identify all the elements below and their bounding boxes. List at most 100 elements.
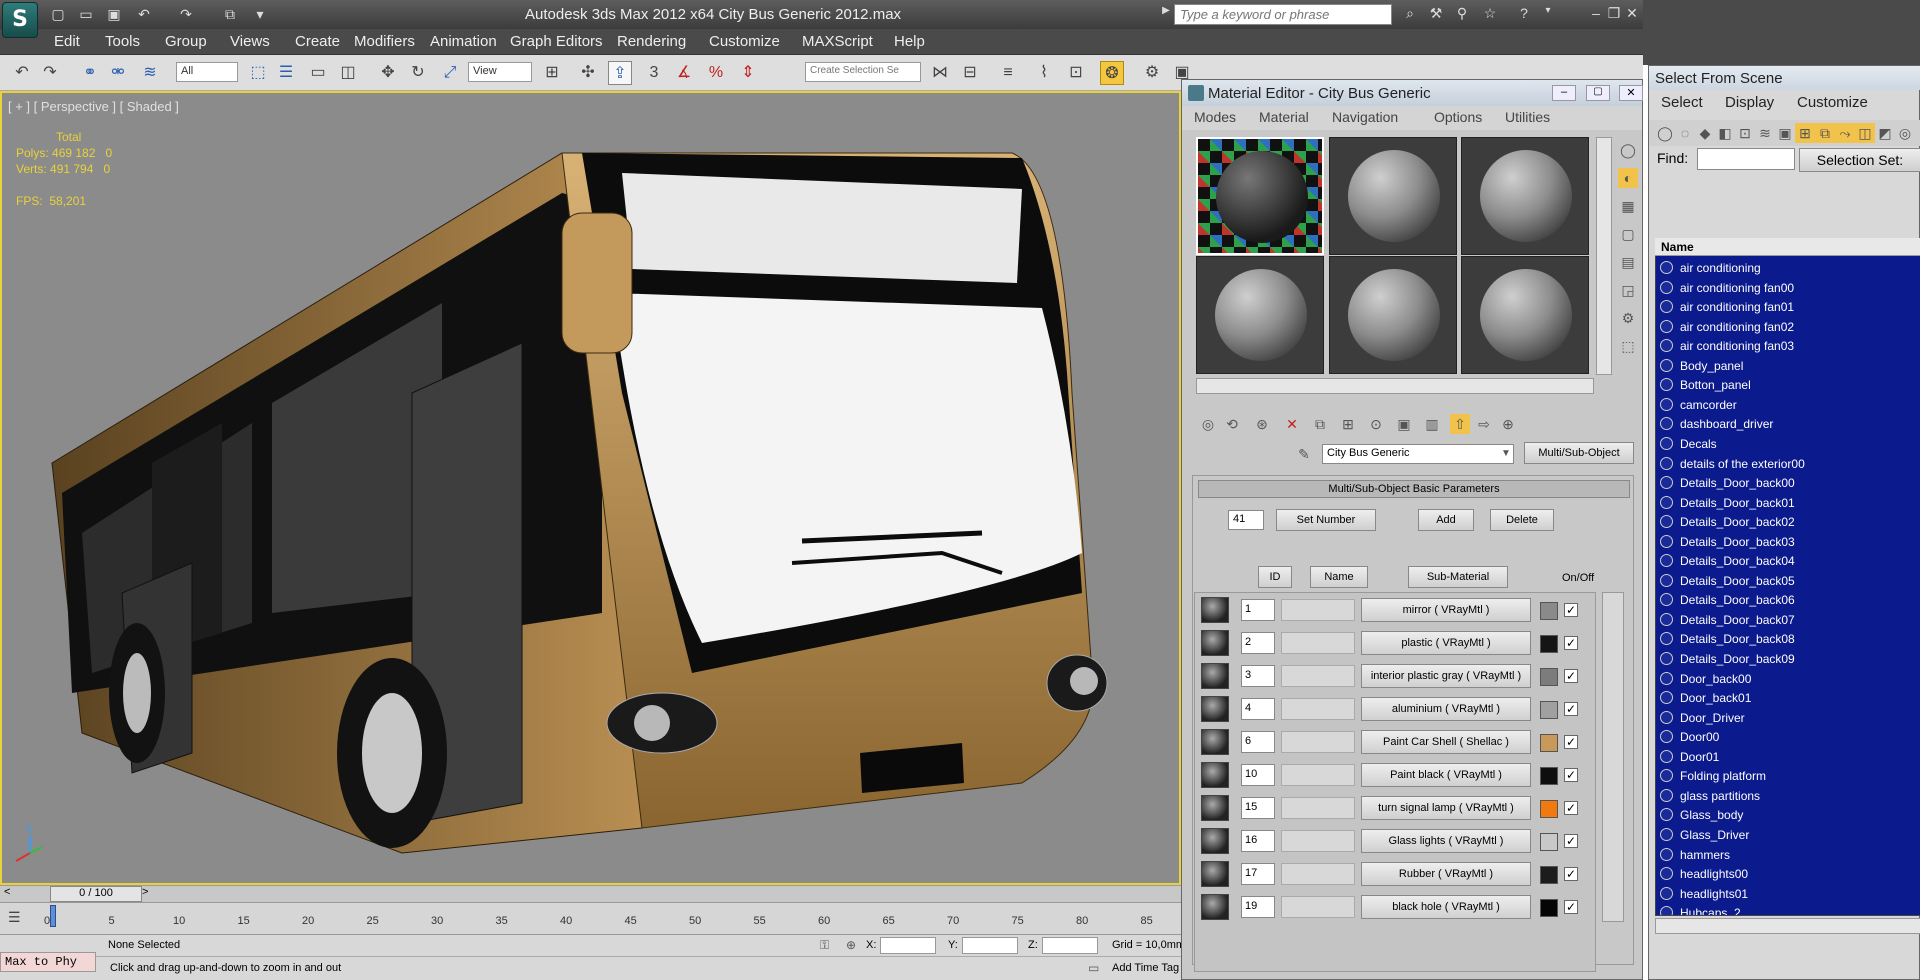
menu-edit[interactable]: Edit <box>54 33 80 50</box>
submaterial-on-checkbox[interactable]: ✓ <box>1564 735 1578 749</box>
submaterial-button[interactable]: turn signal lamp ( VRayMtl ) <box>1361 796 1531 820</box>
display-helpers-icon[interactable]: ⊡ <box>1735 123 1755 143</box>
schematic-view-icon[interactable]: ⊡ <box>1064 61 1088 85</box>
sort-by-name-button[interactable]: Name <box>1310 566 1368 588</box>
display-geometry-icon[interactable]: ◯ <box>1655 123 1675 143</box>
current-frame-marker[interactable] <box>50 905 56 927</box>
percent-snap-icon[interactable]: % <box>704 61 728 85</box>
scene-object-item[interactable]: Details_Door_back05 <box>1656 571 1920 591</box>
restore-icon[interactable]: ❐ <box>1604 5 1624 23</box>
window-crossing-icon[interactable]: ◫ <box>336 61 360 85</box>
submaterial-button[interactable]: black hole ( VRayMtl ) <box>1361 895 1531 919</box>
material-map-navigator-icon[interactable]: ⊕ <box>1498 414 1518 434</box>
submaterial-color-swatch[interactable] <box>1540 899 1558 917</box>
material-name-dropdown-icon[interactable]: ▼ <box>1496 444 1516 464</box>
search-input[interactable]: Type a keyword or phrase <box>1174 4 1392 25</box>
subscription-icon[interactable]: ⚒ <box>1426 5 1446 23</box>
display-frozen-icon[interactable]: ◫ <box>1855 123 1875 143</box>
uv-tiling-icon[interactable]: ▢ <box>1618 224 1638 244</box>
material-slot-5[interactable] <box>1329 256 1457 374</box>
find-input[interactable] <box>1697 148 1795 170</box>
redo-icon[interactable]: ↷ <box>176 4 196 24</box>
close-icon[interactable]: ✕ <box>1622 5 1642 23</box>
submaterial-thumbnail[interactable] <box>1201 663 1229 689</box>
scale-icon[interactable]: ⤢ <box>438 61 462 85</box>
submaterial-name-field[interactable] <box>1281 863 1355 885</box>
sort-by-id-button[interactable]: ID <box>1258 566 1292 588</box>
scene-object-item[interactable]: air conditioning fan03 <box>1656 336 1920 356</box>
select-object-icon[interactable]: ⬚ <box>246 61 270 85</box>
go-forward-to-sibling-icon[interactable]: ⇨ <box>1474 414 1494 434</box>
save-icon[interactable]: ▣ <box>104 4 124 24</box>
material-id-channel-icon[interactable]: ⊙ <box>1366 414 1386 434</box>
sort-by-submaterial-button[interactable]: Sub-Material <box>1408 566 1508 588</box>
search-expand-icon[interactable]: ▶ <box>1156 5 1176 23</box>
submaterial-on-checkbox[interactable]: ✓ <box>1564 801 1578 815</box>
named-selection-dropdown[interactable]: Create Selection Se <box>805 62 921 82</box>
keyboard-shortcut-override-icon[interactable]: ⇪ <box>608 61 632 85</box>
spinner-snap-icon[interactable]: ⇕ <box>736 61 760 85</box>
mirror-icon[interactable]: ⋈ <box>928 61 952 85</box>
make-unique-icon[interactable]: ⧉ <box>1310 414 1330 434</box>
submaterial-thumbnail[interactable] <box>1201 795 1229 821</box>
submaterial-id-field[interactable]: 3 <box>1241 665 1275 687</box>
align-icon[interactable]: ⊟ <box>958 61 982 85</box>
scene-object-item[interactable]: Door01 <box>1656 747 1920 767</box>
time-slider-thumb[interactable]: 0 / 100 <box>50 886 142 902</box>
x-coord-field[interactable] <box>880 937 936 954</box>
submaterial-id-field[interactable]: 19 <box>1241 896 1275 918</box>
submaterial-name-field[interactable] <box>1281 830 1355 852</box>
curve-editor-icon[interactable]: ⌇ <box>1032 61 1056 85</box>
scene-object-item[interactable]: Glass_Driver <box>1656 825 1920 845</box>
scene-object-item[interactable]: Glass_body <box>1656 805 1920 825</box>
help-icon[interactable]: ? <box>1514 5 1534 23</box>
submaterial-on-checkbox[interactable]: ✓ <box>1564 900 1578 914</box>
new-file-icon[interactable]: ▢ <box>48 4 68 24</box>
submaterial-color-swatch[interactable] <box>1540 668 1558 686</box>
submaterial-id-field[interactable]: 1 <box>1241 599 1275 621</box>
display-containers-icon[interactable]: ⤳ <box>1835 123 1855 143</box>
submaterial-color-swatch[interactable] <box>1540 866 1558 884</box>
undo-icon[interactable]: ↶ <box>134 4 154 24</box>
menu-modes[interactable]: Modes <box>1194 109 1236 125</box>
submaterial-name-field[interactable] <box>1281 731 1355 753</box>
material-editor-maximize-icon[interactable]: ▢ <box>1586 85 1610 101</box>
menu-select[interactable]: Select <box>1661 94 1703 111</box>
undo-icon[interactable]: ↶ <box>10 61 34 85</box>
submaterial-color-swatch[interactable] <box>1540 701 1558 719</box>
scene-object-item[interactable]: Details_Door_back07 <box>1656 610 1920 630</box>
submaterial-on-checkbox[interactable]: ✓ <box>1564 603 1578 617</box>
submaterial-thumbnail[interactable] <box>1201 696 1229 722</box>
menu-customize[interactable]: Customize <box>1797 94 1868 111</box>
material-slot-4[interactable] <box>1196 256 1324 374</box>
delete-button[interactable]: Delete <box>1490 509 1554 531</box>
submaterial-id-field[interactable]: 17 <box>1241 863 1275 885</box>
scene-object-item[interactable]: glass partitions <box>1656 786 1920 806</box>
menu-graph-editors[interactable]: Graph Editors <box>510 33 603 50</box>
angle-snap-icon[interactable]: ∡ <box>672 61 696 85</box>
time-slider-prev-icon[interactable]: < <box>4 886 16 898</box>
submaterial-thumbnail[interactable] <box>1201 630 1229 656</box>
submaterial-id-field[interactable]: 10 <box>1241 764 1275 786</box>
put-to-library-icon[interactable]: ⊞ <box>1338 414 1358 434</box>
submaterial-button[interactable]: plastic ( VRayMtl ) <box>1361 631 1531 655</box>
submaterial-id-field[interactable]: 6 <box>1241 731 1275 753</box>
submaterial-color-swatch[interactable] <box>1540 635 1558 653</box>
reference-coordinate-dropdown[interactable]: View <box>468 62 532 82</box>
time-tag-icon[interactable]: ▭ <box>1088 961 1099 975</box>
scene-object-item[interactable]: Folding platform <box>1656 766 1920 786</box>
menu-animation[interactable]: Animation <box>430 33 497 50</box>
submaterial-name-field[interactable] <box>1281 665 1355 687</box>
menu-navigation[interactable]: Navigation <box>1332 109 1398 125</box>
submaterial-name-field[interactable] <box>1281 896 1355 918</box>
scene-object-item[interactable]: Door_Driver <box>1656 708 1920 728</box>
display-cameras-icon[interactable]: ◧ <box>1715 123 1735 143</box>
submaterial-thumbnail[interactable] <box>1201 762 1229 788</box>
favorites-icon[interactable]: ☆ <box>1480 5 1500 23</box>
scene-object-item[interactable]: Details_Door_back08 <box>1656 629 1920 649</box>
move-icon[interactable]: ✥ <box>376 61 400 85</box>
submaterial-id-field[interactable]: 15 <box>1241 797 1275 819</box>
submaterial-on-checkbox[interactable]: ✓ <box>1564 768 1578 782</box>
link-icon[interactable]: ⚭ <box>78 61 102 85</box>
background-icon[interactable]: ▦ <box>1618 196 1638 216</box>
